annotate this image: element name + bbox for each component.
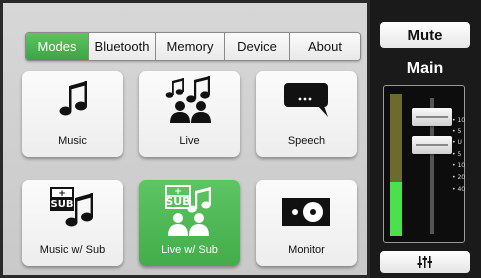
scale-tick: • 10 <box>452 162 466 169</box>
mode-label: Live w/ Sub <box>161 244 218 256</box>
mode-label: Music <box>58 135 87 147</box>
scale-tick: • 10 <box>452 117 466 124</box>
mode-music-button[interactable]: Music <box>22 71 123 157</box>
scale-tick: • 20 <box>452 174 466 181</box>
scale-tick: • 5 <box>452 128 462 135</box>
main-label: Main <box>406 60 444 77</box>
fader-scale: • 10 • 5 • U • 5 • 10 • 20 • 40 <box>452 86 472 242</box>
mixer-sliders-icon <box>417 256 432 268</box>
mode-live-button[interactable]: Live <box>139 71 240 157</box>
live-band-icon <box>165 76 211 123</box>
fader-handle-secondary[interactable] <box>412 136 452 154</box>
live-sub-icon: + SUB <box>164 185 211 236</box>
mode-monitor-button[interactable]: Monitor <box>256 180 357 266</box>
music-sub-icon: + SUB <box>49 187 93 227</box>
scale-tick: • 40 <box>452 186 466 193</box>
mode-live-sub-button[interactable]: + SUB Live w/ Sub <box>139 180 240 266</box>
mode-grid: Music Live Speech + SUB Music w/ Sub + S… <box>0 0 370 278</box>
main-output-panel: Mute Main • 10 • 5 • U • 5 • 10 • 20 • 4… <box>370 0 481 278</box>
music-note-icon <box>59 81 87 116</box>
mode-label: Music w/ Sub <box>39 244 106 256</box>
mode-label: Speech <box>287 135 326 147</box>
mixer-settings-button[interactable] <box>380 251 470 273</box>
mode-speech-button[interactable]: Speech <box>256 71 357 157</box>
mode-label: Monitor <box>288 244 325 256</box>
monitor-speaker-icon <box>281 198 330 226</box>
svg-text:SUB: SUB <box>50 199 73 210</box>
main-fader: • 10 • 5 • U • 5 • 10 • 20 • 40 <box>383 85 465 243</box>
speech-bubble-icon <box>283 83 328 117</box>
mode-music-sub-button[interactable]: + SUB Music w/ Sub <box>22 180 123 266</box>
scale-tick: • U <box>452 139 462 146</box>
level-meter-fill <box>390 182 402 236</box>
svg-text:SUB: SUB <box>165 195 190 208</box>
fader-handle[interactable] <box>412 108 452 126</box>
scale-tick: • 5 <box>452 151 462 158</box>
mute-button[interactable]: Mute <box>380 22 470 48</box>
mode-label: Live <box>179 135 200 147</box>
